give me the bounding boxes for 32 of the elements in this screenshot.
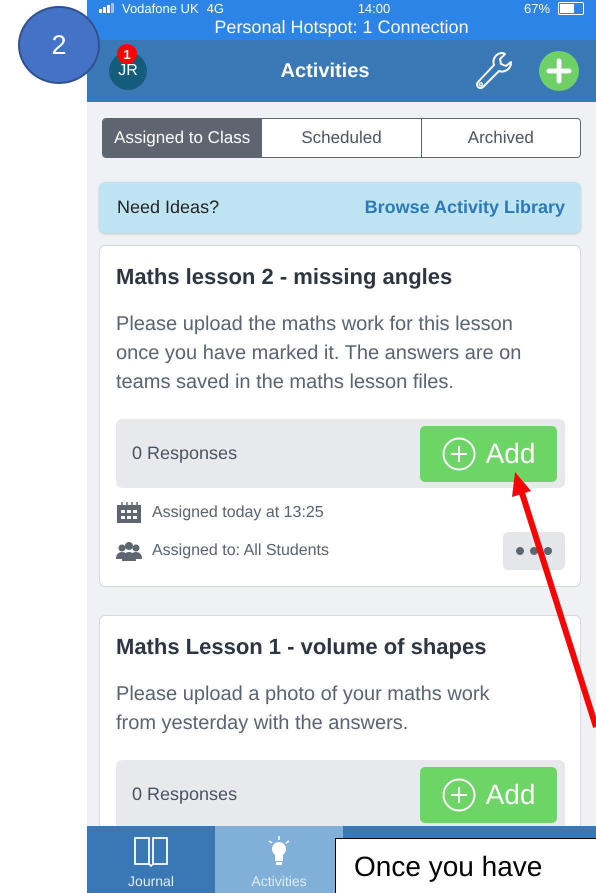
signal-icon bbox=[99, 3, 114, 13]
hotspot-banner[interactable]: Personal Hotspot: 1 Connection bbox=[214, 16, 469, 38]
responses-count: 0 Responses bbox=[132, 784, 238, 805]
assigned-to-label: Assigned to: All Students bbox=[152, 542, 329, 560]
people-icon bbox=[116, 540, 142, 562]
assigned-date: Assigned today at 13:25 bbox=[152, 504, 324, 522]
add-icon[interactable] bbox=[539, 51, 579, 91]
battery-icon bbox=[558, 2, 584, 14]
activity-title: Maths Lesson 1 - volume of shapes bbox=[116, 634, 488, 660]
activity-title: Maths lesson 2 - missing angles bbox=[116, 264, 454, 290]
segment-tab[interactable]: Assigned to Class bbox=[103, 119, 262, 157]
segment-tab[interactable]: Scheduled bbox=[261, 119, 421, 157]
book-icon bbox=[133, 835, 169, 867]
calendar-icon bbox=[116, 502, 142, 524]
activity-description: Please upload a photo of your maths work from yesterday with the answers. bbox=[116, 682, 491, 736]
clock-time: 14:00 bbox=[358, 0, 390, 16]
circle-plus-icon bbox=[442, 436, 476, 470]
callout-box: Once you have bbox=[335, 838, 596, 893]
notification-badge: 1 bbox=[117, 44, 137, 64]
responses-count: 0 Responses bbox=[132, 443, 238, 464]
activity-description: Please upload the maths work for this lesson once you have marked it. The answers are on teams saved in the maths lesson files. bbox=[116, 312, 522, 395]
step-number: 2 bbox=[51, 30, 67, 60]
circle-plus-icon bbox=[442, 778, 476, 812]
segment-tab[interactable]: Archived bbox=[420, 119, 580, 157]
more-dots-icon bbox=[514, 546, 554, 556]
network-type: 4G bbox=[206, 0, 224, 16]
more-options-button[interactable] bbox=[503, 532, 565, 570]
banner-label: Need Ideas? bbox=[117, 197, 220, 218]
screen-title: Activities bbox=[280, 60, 370, 82]
battery-percent: 67% bbox=[524, 0, 550, 16]
carrier-name: Vodafone UK bbox=[122, 0, 199, 16]
browse-library-link[interactable]: Browse Activity Library bbox=[364, 197, 565, 218]
